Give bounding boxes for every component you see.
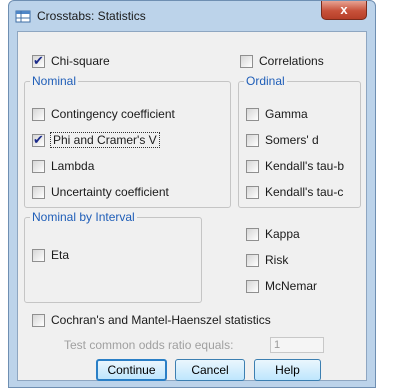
uncertainty-coefficient-check[interactable] bbox=[32, 185, 45, 199]
dialog-body: Chi-square Correlations Nominal Continge… bbox=[17, 31, 367, 381]
odds-ratio-label: Test common odds ratio equals: bbox=[64, 338, 234, 352]
somers-d-label: Somers' d bbox=[265, 133, 319, 147]
cmh-statistics-label: Cochran's and Mantel-Haenszel statistics bbox=[51, 313, 271, 327]
gamma-label: Gamma bbox=[265, 107, 308, 121]
gamma-check[interactable] bbox=[246, 107, 259, 121]
risk-label: Risk bbox=[265, 253, 289, 267]
odds-ratio-row: Test common odds ratio equals: bbox=[64, 338, 233, 352]
risk-checkbox[interactable]: Risk bbox=[246, 253, 288, 267]
uncertainty-coefficient-checkbox[interactable]: Uncertainty coefficient bbox=[32, 185, 169, 199]
chi-square-checkbox[interactable]: Chi-square bbox=[32, 53, 110, 69]
continue-button[interactable]: Continue bbox=[96, 359, 167, 381]
eta-checkbox[interactable]: Eta bbox=[32, 248, 69, 262]
lambda-check[interactable] bbox=[32, 159, 45, 173]
eta-label: Eta bbox=[51, 248, 70, 262]
ordinal-group: Ordinal Gamma Somers' d Kendall's tau-b … bbox=[238, 74, 361, 208]
contingency-coefficient-label: Contingency coefficient bbox=[51, 107, 175, 121]
correlations-check[interactable] bbox=[240, 54, 253, 68]
nominal-group: Nominal Contingency coefficient Phi and … bbox=[24, 74, 231, 208]
kendalls-tau-b-check[interactable] bbox=[246, 159, 259, 173]
somers-d-check[interactable] bbox=[246, 133, 259, 147]
eta-check[interactable] bbox=[32, 248, 45, 262]
ordinal-legend: Ordinal bbox=[244, 74, 287, 88]
phi-cramers-v-label: Phi and Cramer's V bbox=[50, 132, 160, 148]
cmh-statistics-checkbox[interactable]: Cochran's and Mantel-Haenszel statistics bbox=[32, 313, 271, 327]
close-button[interactable]: x bbox=[321, 1, 367, 20]
odds-ratio-input[interactable]: 1 bbox=[270, 337, 324, 353]
chi-square-check[interactable] bbox=[32, 53, 45, 69]
correlations-label: Correlations bbox=[259, 54, 324, 68]
kendalls-tau-c-label: Kendall's tau-c bbox=[265, 185, 344, 199]
somers-d-checkbox[interactable]: Somers' d bbox=[246, 133, 319, 147]
spss-table-icon bbox=[15, 10, 31, 23]
phi-cramers-v-check[interactable] bbox=[32, 132, 45, 148]
kappa-label: Kappa bbox=[265, 227, 300, 241]
nominal-by-interval-group: Nominal by Interval Eta bbox=[24, 210, 202, 303]
mcnemar-checkbox[interactable]: McNemar bbox=[246, 279, 317, 293]
gamma-checkbox[interactable]: Gamma bbox=[246, 107, 308, 121]
nominal-by-interval-legend: Nominal by Interval bbox=[30, 210, 137, 224]
contingency-coefficient-checkbox[interactable]: Contingency coefficient bbox=[32, 107, 175, 121]
help-button[interactable]: Help bbox=[254, 359, 321, 381]
phi-cramers-v-checkbox[interactable]: Phi and Cramer's V bbox=[32, 132, 160, 148]
dialog-window: Crosstabs: Statistics x Chi-square Corre… bbox=[8, 0, 376, 388]
mcnemar-check[interactable] bbox=[246, 279, 259, 293]
chi-square-label: Chi-square bbox=[51, 54, 110, 68]
cmh-statistics-check[interactable] bbox=[32, 313, 45, 327]
contingency-coefficient-check[interactable] bbox=[32, 107, 45, 121]
lambda-checkbox[interactable]: Lambda bbox=[32, 159, 94, 173]
kappa-checkbox[interactable]: Kappa bbox=[246, 227, 300, 241]
uncertainty-coefficient-label: Uncertainty coefficient bbox=[51, 185, 169, 199]
kendalls-tau-c-checkbox[interactable]: Kendall's tau-c bbox=[246, 185, 343, 199]
cancel-button[interactable]: Cancel bbox=[175, 359, 245, 381]
title-bar[interactable]: Crosstabs: Statistics x bbox=[9, 1, 375, 31]
lambda-label: Lambda bbox=[51, 159, 95, 173]
kendalls-tau-b-checkbox[interactable]: Kendall's tau-b bbox=[246, 159, 344, 173]
kappa-check[interactable] bbox=[246, 227, 259, 241]
correlations-checkbox[interactable]: Correlations bbox=[240, 54, 324, 68]
kendalls-tau-b-label: Kendall's tau-b bbox=[265, 159, 345, 173]
risk-check[interactable] bbox=[246, 253, 259, 267]
mcnemar-label: McNemar bbox=[265, 279, 318, 293]
dialog-title: Crosstabs: Statistics bbox=[37, 9, 146, 23]
nominal-legend: Nominal bbox=[30, 74, 79, 88]
kendalls-tau-c-check[interactable] bbox=[246, 185, 259, 199]
